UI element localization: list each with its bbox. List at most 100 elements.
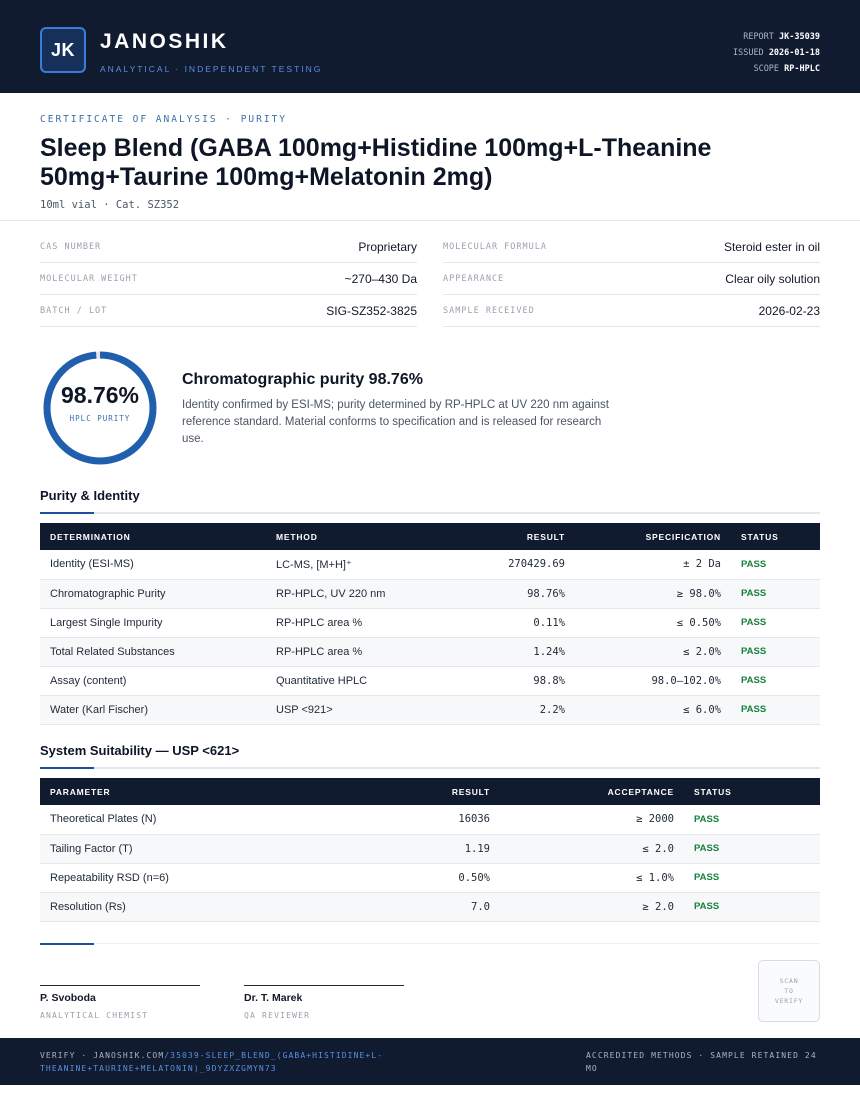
- col-result: RESULT: [526, 531, 565, 542]
- spec-cell: ≥ 98.0%: [575, 579, 731, 609]
- brand-name: JANOSHIK: [100, 30, 229, 53]
- result-cell: 270429.69: [436, 550, 575, 580]
- weight-label: MOLECULAR WEIGHT: [40, 273, 138, 284]
- cas-value: Proprietary: [358, 239, 417, 254]
- report-meta: REPORT JK-35039 ISSUED 2026-01-18 SCOPE …: [733, 29, 820, 77]
- acceptance-cell: ≤ 2.0: [500, 834, 684, 864]
- report-id-value: JK-35039: [779, 32, 820, 42]
- scope-label: SCOPE: [753, 64, 780, 74]
- status-badge: PASS: [684, 834, 820, 864]
- col-method: METHOD: [276, 531, 318, 542]
- determination-cell: Chromatographic Purity: [40, 579, 266, 609]
- info-cas: CAS NUMBER Proprietary: [40, 231, 417, 263]
- signature-name-2: Dr. T. Marek: [244, 992, 303, 1004]
- scope-line: SCOPE RP-HPLC: [733, 61, 820, 77]
- table-row: Total Related Substances RP-HPLC area % …: [40, 637, 820, 667]
- purity-value: 98.76%: [60, 382, 139, 408]
- col-acceptance: ACCEPTANCE: [607, 786, 674, 797]
- determination-cell: Total Related Substances: [40, 637, 266, 667]
- footer-note: ACCREDITED METHODS · SAMPLE RETAINED 24 …: [586, 1051, 817, 1073]
- brand-logo: JK: [40, 27, 86, 73]
- determination-cell: Assay (content): [40, 666, 266, 696]
- signature-divider: [40, 943, 820, 945]
- signature-line-2: [244, 985, 404, 986]
- purity-description: Identity confirmed by ESI-MS; purity det…: [182, 399, 609, 445]
- issued-value: 2026-01-18: [768, 48, 820, 58]
- table-row: Resolution (Rs) 7.0 ≥ 2.0 PASS: [40, 892, 820, 922]
- result-cell: 2.2%: [436, 695, 575, 725]
- cas-label: CAS NUMBER: [40, 241, 102, 252]
- table-row: Water (Karl Fischer) USP <921> 2.2% ≤ 6.…: [40, 695, 820, 725]
- qr-caption-line: SCAN: [779, 977, 799, 985]
- info-weight: MOLECULAR WEIGHT ~270–430 Da: [40, 263, 417, 295]
- method-cell: LC-MS, [M+H]⁺: [266, 550, 436, 580]
- result-cell: 7.0: [340, 892, 500, 922]
- verify-text: VERIFY · JANOSHIK.COM/35039-SLEEP_BLEND_…: [40, 1049, 420, 1075]
- parameter-cell: Resolution (Rs): [40, 892, 340, 922]
- signature-name-1: P. Svoboda: [40, 992, 96, 1004]
- qr-caption: SCAN TO VERIFY: [775, 976, 803, 1006]
- purity-heading: Chromatographic purity 98.76%: [182, 371, 423, 388]
- batch-label: BATCH / LOT: [40, 305, 108, 316]
- col-parameter: PARAMETER: [50, 786, 111, 797]
- status-badge: PASS: [684, 805, 820, 835]
- suitability-table-header: PARAMETER RESULT ACCEPTANCE STATUS: [40, 778, 820, 805]
- status-badge: PASS: [731, 637, 820, 667]
- result-cell: 16036: [340, 805, 500, 835]
- product-subtitle: 10ml vial · Cat. SZ352: [40, 199, 180, 211]
- result-cell: 1.19: [340, 834, 500, 864]
- appearance-value: Clear oily solution: [725, 271, 820, 286]
- purity-section-rule: [40, 512, 820, 514]
- col-determination: DETERMINATION: [50, 531, 131, 542]
- determination-cell: Identity (ESI-MS): [40, 550, 266, 580]
- brand-tagline: ANALYTICAL · INDEPENDENT TESTING: [100, 64, 323, 74]
- status-badge: PASS: [731, 550, 820, 580]
- qr-caption-line: VERIFY: [774, 997, 804, 1005]
- info-appearance: APPEARANCE Clear oily solution: [443, 263, 820, 295]
- method-cell: Quantitative HPLC: [266, 666, 436, 696]
- result-cell: 0.50%: [340, 863, 500, 893]
- method-cell: RP-HPLC, UV 220 nm: [266, 579, 436, 609]
- spec-cell: ≤ 2.0%: [575, 637, 731, 667]
- result-cell: 0.11%: [436, 608, 575, 638]
- spec-cell: ≤ 6.0%: [575, 695, 731, 725]
- title-divider: [0, 220, 860, 221]
- col-status: STATUS: [741, 531, 779, 542]
- suitability-table: PARAMETER RESULT ACCEPTANCE STATUS Theor…: [40, 778, 820, 922]
- status-badge: PASS: [731, 695, 820, 725]
- formula-label: MOLECULAR FORMULA: [443, 241, 547, 252]
- col-specification: SPECIFICATION: [645, 531, 721, 542]
- appearance-label: APPEARANCE: [443, 273, 505, 284]
- report-header: JK JANOSHIK ANALYTICAL · INDEPENDENT TES…: [0, 0, 860, 93]
- table-row: Theoretical Plates (N) 16036 ≥ 2000 PASS: [40, 805, 820, 835]
- received-label: SAMPLE RECEIVED: [443, 305, 535, 316]
- info-batch: BATCH / LOT SIG-SZ352-3825: [40, 295, 417, 327]
- table-row: Largest Single Impurity RP-HPLC area % 0…: [40, 608, 820, 638]
- certificate-kicker: CERTIFICATE OF ANALYSIS · PURITY: [40, 114, 288, 125]
- suitability-section-rule: [40, 767, 820, 769]
- received-value: 2026-02-23: [758, 303, 820, 318]
- purity-section-title: Purity & Identity: [40, 488, 140, 503]
- purity-table-header: DETERMINATION METHOD RESULT SPECIFICATIO…: [40, 523, 820, 550]
- spec-cell: ± 2 Da: [575, 550, 731, 580]
- verify-qr-code[interactable]: SCAN TO VERIFY: [758, 960, 820, 1022]
- method-cell: RP-HPLC area %: [266, 637, 436, 667]
- status-badge: PASS: [684, 892, 820, 922]
- parameter-cell: Theoretical Plates (N): [40, 805, 340, 835]
- issued-label: ISSUED: [732, 48, 764, 58]
- result-cell: 98.8%: [436, 666, 575, 696]
- report-id-label: REPORT: [743, 32, 774, 42]
- table-row: Identity (ESI-MS) LC-MS, [M+H]⁺ 270429.6…: [40, 550, 820, 580]
- spec-cell: 98.0–102.0%: [575, 666, 731, 696]
- signature-role-2: QA REVIEWER: [244, 1011, 311, 1020]
- table-row: Tailing Factor (T) 1.19 ≤ 2.0 PASS: [40, 834, 820, 864]
- spec-cell: ≤ 0.50%: [575, 608, 731, 638]
- info-formula: MOLECULAR FORMULA Steroid ester in oil: [443, 231, 820, 263]
- table-row: Chromatographic Purity RP-HPLC, UV 220 n…: [40, 579, 820, 609]
- status-badge: PASS: [731, 666, 820, 696]
- method-cell: RP-HPLC area %: [266, 608, 436, 638]
- suitability-section-title: System Suitability — USP <621>: [40, 743, 240, 758]
- batch-value: SIG-SZ352-3825: [326, 303, 417, 318]
- result-cell: 98.76%: [436, 579, 575, 609]
- acceptance-cell: ≥ 2000: [500, 805, 684, 835]
